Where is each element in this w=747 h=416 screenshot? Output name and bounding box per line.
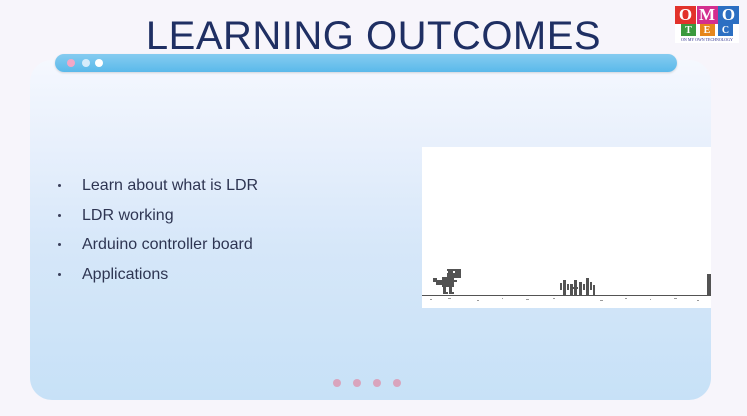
slide: LEARNING OUTCOMES O M O T E C ON MY OWN … (0, 0, 747, 416)
list-item: LDR working (55, 201, 258, 231)
logo-letter: O (675, 5, 696, 24)
dino-game-animation (422, 147, 711, 308)
title-bar-dot (95, 59, 103, 67)
pager-dot[interactable] (373, 379, 381, 387)
bullet-icon (58, 213, 61, 217)
cactus-icon (560, 278, 595, 296)
ground-line (422, 295, 711, 301)
title-bar (55, 54, 677, 72)
dino-icon (433, 269, 461, 294)
logo-letter: E (699, 24, 715, 36)
omotec-logo: O M O T E C ON MY OWN TECHNOLOGY (675, 5, 739, 43)
bullet-icon (58, 243, 61, 246)
dino-game-scene (422, 269, 711, 301)
slide-title: LEARNING OUTCOMES (145, 14, 602, 58)
logo-letter: M (696, 5, 718, 24)
logo-letter: T (681, 24, 696, 36)
logo-letter: O (718, 5, 739, 24)
list-item: Arduino controller board (55, 230, 258, 260)
list-item-text: LDR working (82, 206, 174, 224)
list-item: Applications (55, 260, 258, 290)
bullet-icon (58, 272, 61, 276)
logo-tagline: ON MY OWN TECHNOLOGY (681, 37, 733, 42)
list-item: Learn about what is LDR (55, 171, 258, 201)
bullet-icon (58, 184, 61, 187)
pager-dot[interactable] (393, 379, 401, 387)
pager-dot[interactable] (333, 379, 341, 387)
list-item-text: Arduino controller board (82, 236, 253, 253)
title-bar-dot (67, 59, 75, 67)
title-bar-dot (82, 59, 90, 67)
slide-pager (333, 379, 401, 387)
logo-letter: C (718, 24, 733, 36)
cactus-icon (707, 274, 711, 295)
learning-outcomes-list: Learn about what is LDR LDR working Ardu… (55, 171, 258, 289)
pager-dot[interactable] (353, 379, 361, 387)
list-item-text: Applications (82, 265, 169, 283)
list-item-text: Learn about what is LDR (82, 177, 259, 194)
